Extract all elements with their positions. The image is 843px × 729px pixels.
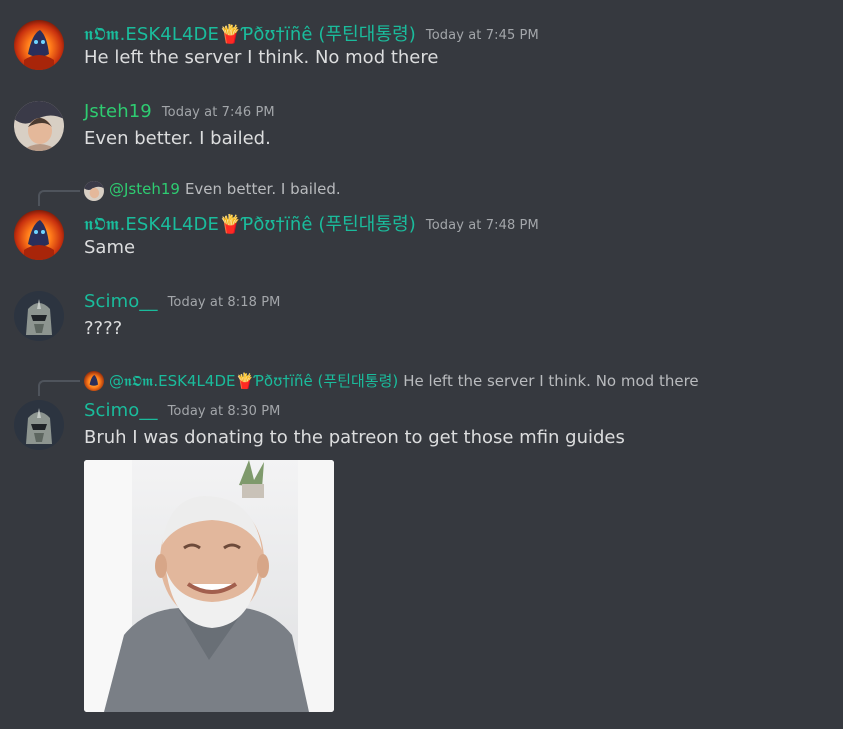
reply-avatar: [84, 371, 104, 391]
reply-connector: [38, 190, 80, 206]
timestamp: Today at 8:30 PM: [167, 404, 281, 419]
username-text[interactable]: Scimo__: [84, 291, 158, 312]
timestamp: Today at 7:48 PM: [425, 218, 539, 233]
timestamp: Today at 7:46 PM: [161, 105, 275, 120]
username[interactable]: Jsteh19 Today at 7:46 PM: [84, 101, 275, 122]
helmet-avatar[interactable]: [14, 291, 64, 341]
reply-preview[interactable]: @𝖓𝕺𝖒.ESK4L4DE🍟Ƥðʊ†ïñê (푸틴대통령) He left the…: [38, 369, 798, 396]
reply-preview[interactable]: @Jsteh19 Even better. I bailed.: [38, 179, 438, 206]
username-text[interactable]: 𝖓𝕺𝖒.ESK4L4DE🍟Ƥðʊ†ïñê (푸틴대통령): [84, 214, 416, 235]
reply-text: He left the server I think. No mod there: [403, 372, 699, 390]
message-text: Same: [84, 237, 136, 258]
timestamp: Today at 7:45 PM: [425, 28, 539, 43]
image-attachment[interactable]: [84, 460, 334, 712]
reply-content: @𝖓𝕺𝖒.ESK4L4DE🍟Ƥðʊ†ïñê (푸틴대통령) He left the…: [109, 370, 699, 391]
username-text[interactable]: Jsteh19: [84, 101, 152, 122]
message-text: He left the server I think. No mod there: [84, 47, 439, 68]
username[interactable]: 𝖓𝕺𝖒.ESK4L4DE🍟Ƥðʊ†ïñê (푸틴대통령) Today at 7:4…: [84, 210, 539, 236]
message-text: ????: [84, 318, 123, 339]
username[interactable]: Scimo__ Today at 8:30 PM: [84, 400, 280, 421]
username-text[interactable]: 𝖓𝕺𝖒.ESK4L4DE🍟Ƥðʊ†ïñê (푸틴대통령): [84, 24, 416, 45]
username[interactable]: 𝖓𝕺𝖒.ESK4L4DE🍟Ƥðʊ†ïñê (푸틴대통령) Today at 7:4…: [84, 20, 539, 46]
message-text: Bruh I was donating to the patreon to ge…: [84, 427, 625, 448]
fire-avatar[interactable]: [14, 210, 64, 260]
username[interactable]: Scimo__ Today at 8:18 PM: [84, 291, 280, 312]
message-text: Even better. I bailed.: [84, 128, 271, 149]
chat-log: 𝖓𝕺𝖒.ESK4L4DE🍟Ƥðʊ†ïñê (푸틴대통령) Today at 7:4…: [0, 0, 843, 729]
helmet-avatar[interactable]: [14, 400, 64, 450]
reply-mention[interactable]: @𝖓𝕺𝖒.ESK4L4DE🍟Ƥðʊ†ïñê (푸틴대통령): [109, 372, 398, 390]
reply-text: Even better. I bailed.: [184, 180, 341, 198]
username-text[interactable]: Scimo__: [84, 400, 158, 421]
reply-mention[interactable]: @Jsteh19: [109, 180, 180, 198]
reply-connector: [38, 380, 80, 396]
reply-content: @Jsteh19 Even better. I bailed.: [109, 180, 341, 198]
fire-avatar[interactable]: [14, 20, 64, 70]
reply-avatar: [84, 181, 104, 201]
person-avatar[interactable]: [14, 101, 64, 151]
timestamp: Today at 8:18 PM: [167, 295, 281, 310]
